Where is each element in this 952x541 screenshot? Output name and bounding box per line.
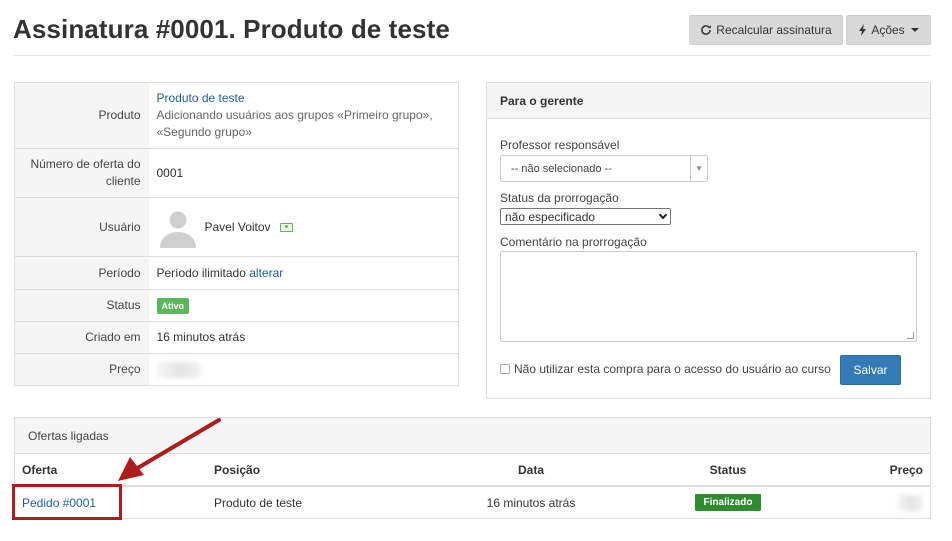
recalculate-subscription-label: Recalcular assinatura [716,23,832,37]
price-blurred [156,361,201,378]
teacher-select[interactable]: -- não selecionado -- ▼ [500,155,708,182]
page-header: Assinatura #0001. Produto de teste Recal… [0,0,952,56]
extension-status-label: Status da prorrogação [500,191,619,205]
actions-label: Ações [871,23,905,37]
detail-label: Período [14,256,149,290]
refresh-icon [701,25,712,35]
extension-comment-label: Comentário na prorrogação [500,235,647,249]
bolt-icon [859,24,867,36]
detail-row-periodo: Período Período ilimitado alterar [14,256,459,290]
user-name[interactable]: Pavel Voitov [205,219,271,236]
no-access-checkbox-label[interactable]: Não utilizar esta compra para o acesso d… [514,362,831,376]
detail-row-produto: Produto Produto de teste Adicionando usu… [14,82,459,149]
dropdown-arrow-icon: ▼ [690,156,707,181]
save-button[interactable]: Salvar [840,355,901,385]
extension-status-select[interactable]: não especificado [500,208,671,225]
offer-number-value: 0001 [148,148,459,198]
table-row: Pedido #0001 Produto de teste 16 minutos… [15,486,930,518]
product-link[interactable]: Produto de teste [157,91,245,105]
manager-panel: Para o gerente Professor responsável -- … [486,82,931,399]
detail-row-criado: Criado em 16 minutos atrás [14,321,459,354]
change-period-link[interactable]: alterar [249,266,283,280]
detail-label: Número de oferta do cliente [14,148,149,198]
status-cell: Finalizado [615,486,841,518]
actions-dropdown-button[interactable]: Ações [846,15,931,45]
linked-offers-panel: Ofertas ligadas Oferta Posição Data Stat… [14,417,931,519]
column-header-oferta: Oferta [15,454,207,487]
caret-down-icon [910,28,919,32]
no-access-checkbox-row[interactable]: Não utilizar esta compra para o acesso d… [500,362,831,376]
detail-label: Status [14,289,149,322]
recalculate-subscription-button[interactable]: Recalcular assinatura [689,15,843,45]
header-divider [13,55,931,56]
detail-label: Produto [14,82,149,149]
detail-row-status: Status Ativo [14,289,459,322]
column-header-posicao: Posição [207,454,447,487]
no-access-checkbox[interactable] [500,364,510,374]
chevron-down-icon [658,210,668,220]
column-header-data: Data [447,454,615,487]
user-id-card-icon[interactable] [279,222,293,232]
avatar[interactable] [157,206,199,248]
detail-value [148,353,459,386]
position-cell: Produto de teste [214,495,303,510]
detail-label: Criado em [14,321,149,354]
detail-value: Ativo [148,289,459,322]
price-cell [841,486,930,518]
page-title: Assinatura #0001. Produto de teste [13,14,450,44]
user-cell: Pavel Voitov [157,206,451,248]
table-header-row: Oferta Posição Data Status Preço [15,454,930,487]
detail-value: Pavel Voitov [148,197,459,257]
period-value: Período ilimitado [156,265,246,280]
teacher-label: Professor responsável [500,138,620,152]
linked-offers-table: Oferta Posição Data Status Preço Pedido … [15,454,930,518]
product-description: Adicionando usuários aos grupos «Primeir… [156,108,433,139]
status-badge: Ativo [156,298,189,314]
detail-label: Usuário [14,197,149,257]
detail-value: Período ilimitado alterar [148,256,459,290]
date-cell: 16 minutos atrás [486,495,576,510]
detail-value: Produto de teste Adicionando usuários ao… [149,83,459,149]
linked-offers-heading: Ofertas ligadas [15,418,930,454]
teacher-select-value: -- não selecionado -- [511,162,612,175]
detail-row-numero: Número de oferta do cliente 0001 [14,148,459,198]
annotation-highlight-box [12,484,122,520]
manager-panel-heading: Para o gerente [487,83,930,119]
created-value: 16 minutos atrás [148,321,459,354]
column-header-preco: Preço [841,454,930,487]
extension-status-value: não especificado [505,209,596,224]
extension-comment-textarea[interactable] [500,251,917,342]
column-header-status: Status [615,454,841,487]
resize-grip-icon[interactable] [907,332,914,339]
price-blurred [897,494,923,511]
detail-row-usuario: Usuário Pavel Voitov [14,197,459,257]
detail-label: Preço [14,353,149,386]
subscription-details-table: Produto Produto de teste Adicionando usu… [14,82,459,386]
detail-row-preco: Preço [14,353,459,386]
status-badge: Finalizado [694,494,762,511]
